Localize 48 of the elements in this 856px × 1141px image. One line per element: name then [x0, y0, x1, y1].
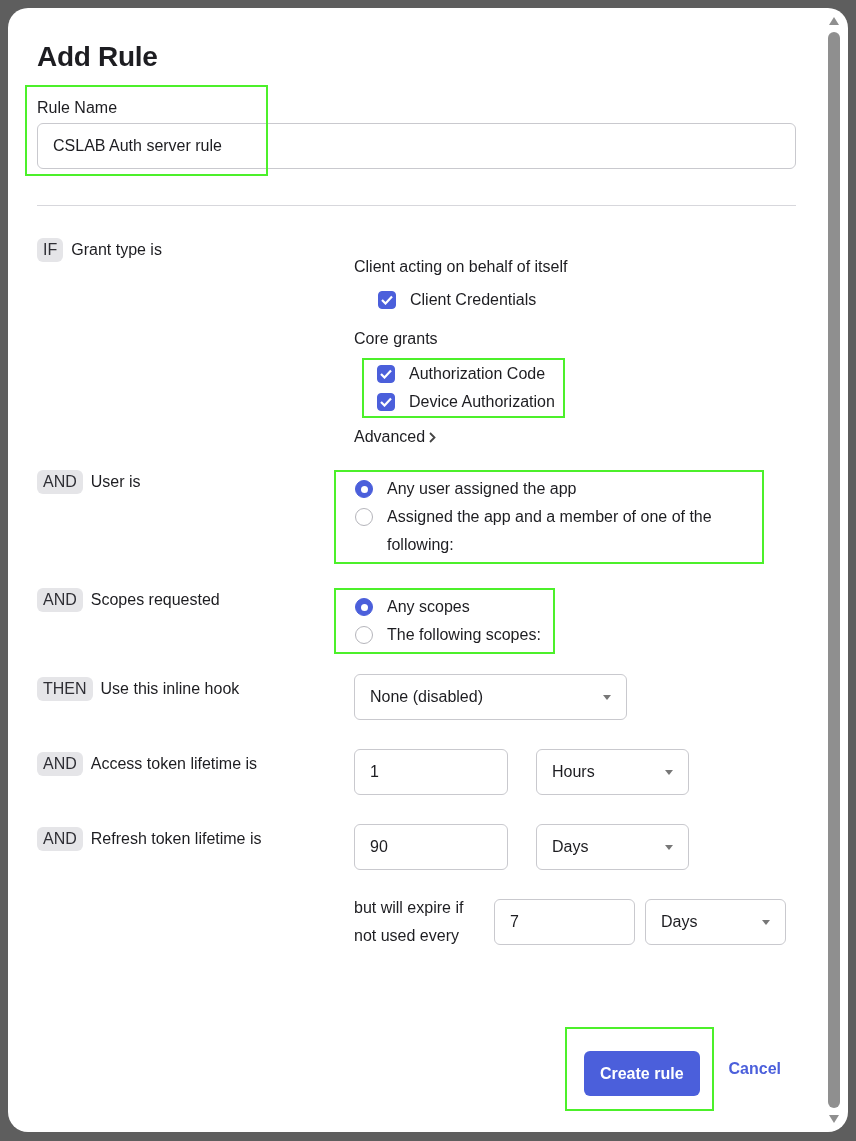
number-field[interactable]: 1 [354, 749, 508, 795]
field-label: but will expire if not used every [354, 898, 465, 946]
keyword-tag: AND [37, 752, 83, 776]
radio-label: Any scopes [387, 597, 470, 617]
radio-button[interactable] [355, 598, 373, 616]
group-heading: Client acting on behalf of itself [354, 258, 569, 276]
keyword-tag: IF [37, 238, 64, 262]
unit-select[interactable]: Days [536, 824, 689, 870]
checkbox[interactable] [378, 291, 396, 309]
radio-label: Assigned the app and a member of one of the following: [387, 507, 713, 555]
caret-icon [665, 769, 673, 775]
radio-button[interactable] [355, 480, 373, 498]
chevron-right-icon [429, 431, 437, 443]
create-rule-button[interactable]: Create rule [583, 1051, 700, 1096]
caret-icon [762, 919, 770, 925]
scrollbar-thumb[interactable] [828, 32, 840, 1108]
condition-label: Grant type is [71, 240, 162, 259]
checkbox-label: Client Credentials [410, 290, 537, 310]
condition-label: Refresh token lifetime is [90, 829, 262, 848]
scroll-up-icon[interactable] [828, 16, 840, 26]
unit-select[interactable]: Hours [536, 749, 689, 795]
group-heading: Core grants [354, 330, 439, 348]
scroll-down-icon[interactable] [828, 1114, 840, 1124]
dialog-title: Add Rule [37, 41, 159, 73]
radio-label: The following scopes: [387, 625, 541, 645]
hook-select[interactable]: None (disabled) [354, 674, 627, 720]
condition-label: Scopes requested [90, 590, 220, 609]
caret-icon [665, 844, 673, 850]
advanced-link[interactable]: Advanced [354, 428, 437, 446]
number-field[interactable]: 90 [354, 824, 508, 870]
condition-label: Access token lifetime is [90, 754, 258, 773]
rule-name-field[interactable]: CSLAB Auth server rule [37, 123, 796, 169]
caret-icon [603, 694, 611, 700]
checkbox[interactable] [377, 393, 395, 411]
checkbox-label: Authorization Code [409, 364, 546, 384]
checkbox[interactable] [377, 365, 395, 383]
cancel-link[interactable]: Cancel [728, 1060, 781, 1078]
number-field[interactable]: 7 [494, 899, 635, 945]
condition-label: User is [90, 472, 141, 491]
condition-label: Use this inline hook [100, 679, 240, 698]
radio-label: Any user assigned the app [387, 479, 577, 499]
field-label: Rule Name [37, 99, 119, 117]
keyword-tag: AND [37, 588, 83, 612]
keyword-tag: AND [37, 827, 83, 851]
checkbox-label: Device Authorization [409, 392, 555, 412]
unit-select[interactable]: Days [645, 899, 786, 945]
keyword-tag: THEN [37, 677, 93, 701]
keyword-tag: AND [37, 470, 83, 494]
